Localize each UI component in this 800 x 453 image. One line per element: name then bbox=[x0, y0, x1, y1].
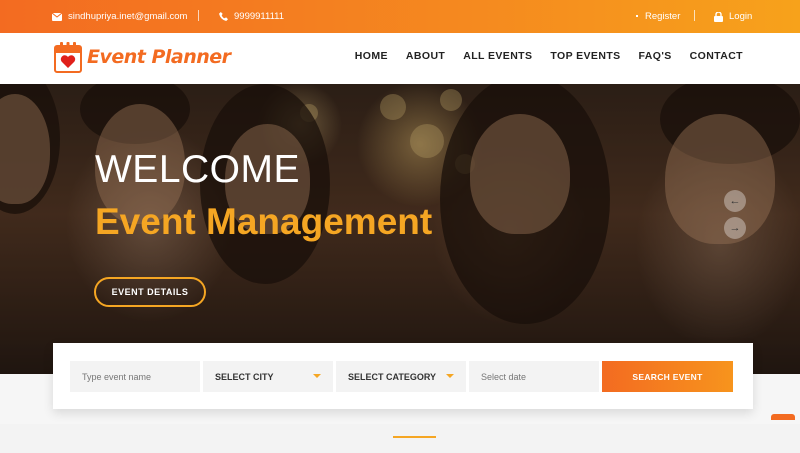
divider bbox=[198, 10, 199, 21]
login-link[interactable]: Login bbox=[714, 11, 752, 22]
section-divider bbox=[393, 436, 436, 438]
nav-top-events[interactable]: TOP EVENTS bbox=[550, 50, 620, 62]
hero-welcome: WELCOME bbox=[95, 148, 301, 191]
email-text: sindhupriya.inet@gmail.com bbox=[68, 11, 188, 22]
nav-faqs[interactable]: FAQ'S bbox=[639, 50, 672, 62]
phone-contact[interactable]: 9999911111 bbox=[219, 11, 284, 22]
date-input[interactable]: Select date bbox=[469, 361, 599, 392]
envelope-icon bbox=[52, 12, 62, 21]
nav-all-events[interactable]: ALL EVENTS bbox=[463, 50, 532, 62]
lock-icon bbox=[714, 11, 723, 22]
divider bbox=[694, 10, 695, 21]
city-select[interactable]: SELECT CITY bbox=[203, 361, 333, 392]
category-select[interactable]: SELECT CATEGORY bbox=[336, 361, 466, 392]
city-select-label: SELECT CITY bbox=[215, 371, 274, 382]
slider-prev-arrow-icon[interactable]: ← bbox=[724, 190, 746, 212]
scroll-top-button[interactable] bbox=[771, 414, 795, 420]
nav-about[interactable]: ABOUT bbox=[406, 50, 445, 62]
section-below bbox=[0, 424, 800, 453]
calendar-heart-icon bbox=[54, 41, 82, 73]
phone-text: 9999911111 bbox=[234, 11, 285, 22]
nav-menu: HOME ABOUT ALL EVENTS TOP EVENTS FAQ'S C… bbox=[355, 50, 743, 62]
register-icon bbox=[636, 14, 638, 17]
search-event-button[interactable]: SEARCH EVENT bbox=[602, 361, 733, 392]
main-nav: Event Planner HOME ABOUT ALL EVENTS TOP … bbox=[0, 33, 800, 84]
nav-contact[interactable]: CONTACT bbox=[690, 50, 743, 62]
category-select-label: SELECT CATEGORY bbox=[348, 371, 437, 382]
brand-name: Event Planner bbox=[87, 46, 231, 68]
top-bar: sindhupriya.inet@gmail.com 9999911111 Re… bbox=[0, 0, 800, 33]
event-name-input[interactable]: Type event name bbox=[70, 361, 200, 392]
login-label: Login bbox=[729, 11, 753, 22]
hero-banner: WELCOME Event Management EVENT DETAILS ←… bbox=[0, 84, 800, 374]
event-details-button[interactable]: EVENT DETAILS bbox=[94, 277, 206, 307]
phone-icon bbox=[219, 12, 228, 21]
event-search-panel: Type event name SELECT CITY SELECT CATEG… bbox=[53, 343, 753, 409]
logo[interactable]: Event Planner bbox=[54, 41, 231, 73]
email-contact[interactable]: sindhupriya.inet@gmail.com bbox=[52, 11, 187, 22]
caret-down-icon bbox=[446, 374, 454, 378]
register-link[interactable]: Register bbox=[636, 11, 680, 22]
caret-down-icon bbox=[313, 374, 321, 378]
register-label: Register bbox=[645, 11, 681, 22]
hero-title: Event Management bbox=[95, 201, 433, 242]
nav-home[interactable]: HOME bbox=[355, 50, 388, 62]
slider-next-arrow-icon[interactable]: → bbox=[724, 217, 746, 239]
